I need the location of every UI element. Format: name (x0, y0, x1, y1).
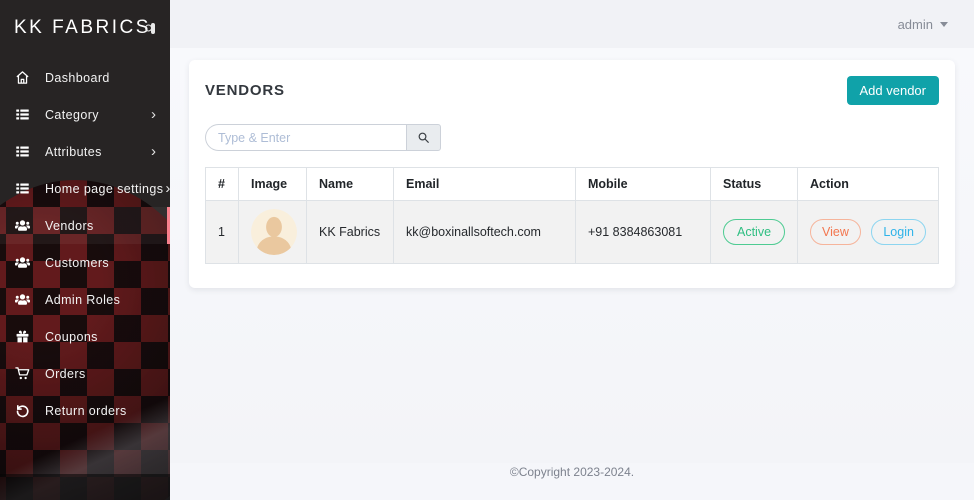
home-icon (15, 70, 32, 85)
users-icon (15, 218, 32, 233)
col-header-email: Email (393, 167, 576, 201)
sidebar-item-customers[interactable]: Customers (0, 244, 170, 281)
sidebar-item-home-page-settings[interactable]: Home page settings › (0, 170, 170, 207)
users-icon (15, 255, 32, 270)
view-button[interactable]: View (810, 219, 861, 245)
sidebar-item-admin-roles[interactable]: Admin Roles (0, 281, 170, 318)
vendor-avatar (251, 209, 297, 255)
sidebar-brand-row: KK FABRICS (0, 0, 170, 55)
sidebar-item-label: Coupons (45, 329, 98, 344)
col-header-status: Status (710, 167, 798, 201)
list-icon (15, 107, 32, 122)
col-header-image: Image (238, 167, 307, 201)
sidebar-item-category[interactable]: Category › (0, 96, 170, 133)
sidebar: KK FABRICS Dashboard Category › Attribut… (0, 0, 170, 500)
search-button[interactable] (406, 124, 441, 151)
sidebar-item-label: Attributes (45, 144, 102, 159)
vendor-email: kk@boxinallsoftech.com (393, 200, 576, 264)
footer: ©Copyright 2023-2024. (170, 463, 974, 500)
table-header-row: # Image Name Email Mobile Status Action (205, 167, 939, 201)
chevron-right-icon: › (165, 179, 170, 197)
col-header-index: # (205, 167, 239, 201)
add-vendor-button[interactable]: Add vendor (846, 76, 939, 105)
app-window: KK FABRICS Dashboard Category › Attribut… (0, 0, 974, 500)
col-header-name: Name (306, 167, 394, 201)
col-header-action: Action (797, 167, 939, 201)
list-icon (15, 144, 32, 159)
sidebar-collapse-toggle-icon[interactable] (150, 22, 155, 34)
page-title: VENDORS (205, 82, 285, 99)
undo-icon (15, 403, 32, 418)
sidebar-item-dashboard[interactable]: Dashboard (0, 59, 170, 96)
cart-icon (15, 366, 32, 381)
sidebar-item-label: Vendors (45, 218, 94, 233)
sidebar-item-label: Category (45, 107, 99, 122)
sidebar-item-label: Customers (45, 255, 110, 270)
gift-icon (15, 329, 32, 344)
sidebar-item-coupons[interactable]: Coupons (0, 318, 170, 355)
status-badge[interactable]: Active (723, 219, 786, 245)
vendor-mobile: +91 8384863081 (575, 200, 711, 264)
copyright-text: ©Copyright 2023-2024. (509, 465, 635, 479)
content-area: VENDORS Add vendor Type & Enter # Image … (170, 48, 974, 463)
sidebar-item-vendors[interactable]: Vendors (0, 207, 170, 244)
sidebar-item-orders[interactable]: Orders (0, 355, 170, 392)
search-icon (417, 131, 430, 144)
login-button[interactable]: Login (871, 219, 926, 245)
sidebar-item-return-orders[interactable]: Return orders (0, 392, 170, 429)
sidebar-item-label: Home page settings (45, 181, 164, 196)
vendors-table: # Image Name Email Mobile Status Action … (205, 167, 939, 264)
topbar: admin (170, 0, 974, 48)
sidebar-item-label: Admin Roles (45, 292, 121, 307)
chevron-right-icon: › (151, 142, 156, 160)
sidebar-item-label: Return orders (45, 403, 127, 418)
sidebar-item-label: Dashboard (45, 70, 110, 85)
caret-down-icon (940, 21, 948, 27)
sidebar-menu: Dashboard Category › Attributes › Home p… (0, 55, 170, 429)
table-row: 1 KK Fabrics kk@boxinallsoftech.com +91 … (205, 200, 939, 264)
brand-title: KK FABRICS (14, 17, 151, 38)
search-bar (205, 124, 939, 151)
admin-user-label: admin (897, 16, 933, 32)
main-area: admin VENDORS Add vendor Type & Enter # … (170, 0, 974, 500)
vendor-name: KK Fabrics (306, 200, 394, 264)
chevron-right-icon: › (151, 105, 156, 123)
col-header-mobile: Mobile (575, 167, 711, 201)
sidebar-background-shade (0, 474, 170, 500)
sidebar-item-label: Orders (45, 366, 86, 381)
admin-user-dropdown[interactable]: admin (898, 17, 948, 32)
row-index: 1 (205, 200, 239, 264)
vendors-card: VENDORS Add vendor Type & Enter # Image … (189, 60, 955, 288)
sidebar-item-attributes[interactable]: Attributes › (0, 133, 170, 170)
search-input[interactable] (205, 124, 406, 151)
users-icon (15, 292, 32, 307)
list-icon (15, 181, 32, 196)
